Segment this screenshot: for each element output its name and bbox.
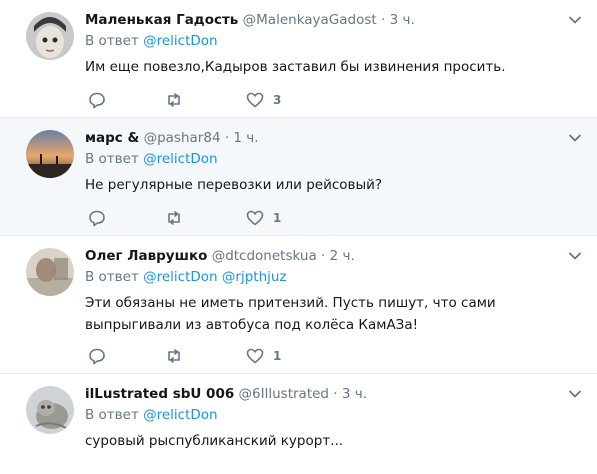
author-handle[interactable]: @MalenkayaGadost: [243, 12, 377, 28]
avatar[interactable]: [26, 386, 74, 434]
reply-button[interactable]: [88, 90, 106, 110]
like-button[interactable]: 1: [246, 208, 281, 228]
mention-link[interactable]: @relictDon: [143, 407, 218, 423]
avatar[interactable]: [26, 130, 74, 178]
retweet-icon: [168, 93, 180, 107]
retweet-icon: [168, 211, 180, 225]
tweet-2[interactable]: марс & @pashar84 · 1 ч. В ответ @relictD…: [0, 118, 597, 236]
reply-context: В ответ @relictDon: [85, 31, 218, 51]
author-name[interactable]: Олег Лаврушко: [85, 248, 207, 264]
tweet-text: суровый рыспубликанский курорт...: [85, 433, 344, 449]
tweet-text: Эти обязаны не иметь притензий. Пусть пи…: [85, 295, 496, 333]
like-icon: [246, 348, 264, 364]
tweet-1[interactable]: Маленькая Гадость @MalenkayaGadost · 3 ч…: [0, 0, 597, 118]
retweet-button[interactable]: [165, 346, 183, 366]
tweet-header: марс & @pashar84 · 1 ч.: [85, 128, 259, 148]
tweet-3[interactable]: Олег Лаврушко @dtcdonetskua · 2 ч. В отв…: [0, 236, 597, 374]
like-button[interactable]: 1: [246, 346, 281, 366]
timestamp[interactable]: 3 ч.: [390, 12, 415, 28]
like-count: 1: [273, 349, 282, 363]
mention-link[interactable]: @relictDon: [143, 151, 218, 167]
reply-icon: [89, 210, 105, 227]
tweet-4[interactable]: ilLustrated sbU 006 @6Illustrated · 3 ч.…: [0, 374, 597, 474]
author-handle[interactable]: @pashar84: [144, 130, 221, 146]
chevron-down-icon[interactable]: [567, 248, 583, 264]
separator-dot: ·: [381, 12, 386, 28]
reply-button[interactable]: [88, 208, 106, 228]
like-icon: [246, 92, 264, 108]
chevron-down-icon[interactable]: [567, 130, 583, 146]
reply-prefix: В ответ: [85, 269, 139, 285]
reply-icon: [89, 348, 105, 365]
author-handle[interactable]: @dtcdonetskua: [212, 248, 317, 264]
like-button[interactable]: 3: [246, 90, 281, 110]
avatar[interactable]: [26, 248, 74, 296]
separator-dot: ·: [333, 386, 338, 402]
mention-link[interactable]: @relictDon: [143, 33, 218, 49]
tweet-header: Маленькая Гадость @MalenkayaGadost · 3 ч…: [85, 10, 415, 30]
reply-icon: [89, 92, 105, 109]
like-count: 1: [273, 211, 282, 225]
retweet-icon: [168, 349, 180, 363]
like-count: 3: [273, 93, 282, 107]
retweet-button[interactable]: [165, 208, 183, 228]
chevron-down-icon[interactable]: [567, 386, 583, 402]
chevron-down-icon[interactable]: [567, 12, 583, 28]
tweet-header: ilLustrated sbU 006 @6Illustrated · 3 ч.: [85, 384, 367, 404]
mention-link[interactable]: @rjpthjuz: [222, 269, 287, 285]
separator-dot: ·: [224, 130, 230, 146]
timestamp[interactable]: 2 ч.: [330, 248, 355, 264]
reply-button[interactable]: [88, 346, 106, 366]
retweet-button[interactable]: [165, 90, 183, 110]
reply-prefix: В ответ: [85, 151, 139, 167]
timestamp[interactable]: 3 ч.: [342, 386, 367, 402]
author-name[interactable]: марс &: [85, 130, 139, 146]
author-name[interactable]: Маленькая Гадость: [85, 12, 238, 28]
separator-dot: ·: [321, 248, 326, 264]
timestamp[interactable]: 1 ч.: [233, 130, 258, 146]
avatar[interactable]: [26, 12, 74, 60]
reply-prefix: В ответ: [85, 33, 139, 49]
mention-link[interactable]: @relictDon: [143, 269, 218, 285]
author-name[interactable]: ilLustrated sbU 006: [85, 386, 234, 402]
tweet-text: Им еще повезло,Кадыров заставил бы извин…: [85, 59, 506, 75]
author-handle[interactable]: @6Illustrated: [239, 386, 329, 402]
reply-context: В ответ @relictDon: [85, 149, 218, 169]
tweet-header: Олег Лаврушко @dtcdonetskua · 2 ч.: [85, 246, 355, 266]
tweet-text: Не регулярные перевозки или рейсовый?: [85, 177, 383, 193]
reply-prefix: В ответ: [85, 407, 139, 423]
like-icon: [246, 210, 264, 226]
reply-context: В ответ @relictDon: [85, 405, 218, 425]
reply-context: В ответ @relictDon @rjpthjuz: [85, 267, 287, 287]
